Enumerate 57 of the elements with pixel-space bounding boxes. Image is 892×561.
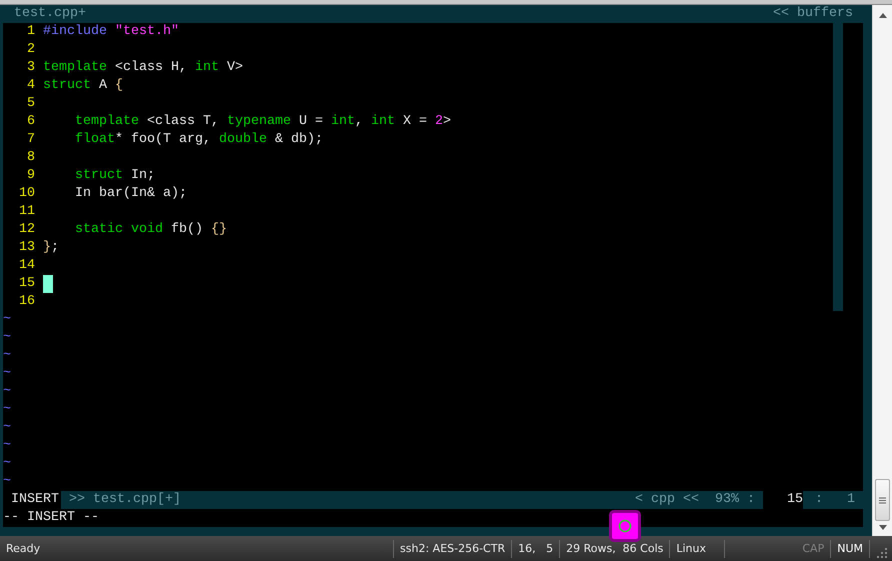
line-position: 15 (763, 491, 803, 509)
status-text: Ready (0, 540, 394, 558)
code-line: template <class H, int V> (43, 60, 243, 75)
code-line: float* foo(T arg, double & db); (74, 132, 323, 147)
empty-line-marker: ~ (3, 456, 11, 471)
scroll-down-icon[interactable] (878, 525, 886, 530)
file-name: >> test.cpp[+] (68, 491, 182, 509)
circle-badge-icon[interactable] (609, 510, 641, 542)
empty-line-marker: ~ (3, 348, 11, 363)
line-number: 2 (26, 41, 35, 59)
command-line: -- INSERT -- (3, 510, 99, 525)
code-line: In bar(In& a); (74, 186, 187, 201)
status-field: CAP (796, 540, 832, 558)
empty-line-marker: ~ (3, 384, 11, 399)
empty-line-marker: ~ (3, 420, 11, 435)
code-line: }; (43, 240, 59, 255)
line-number: 9 (26, 167, 35, 185)
line-number: 12 (18, 221, 35, 239)
file-type: < cpp << (635, 491, 700, 509)
code-line: struct In; (74, 168, 155, 183)
line-number: 8 (26, 149, 35, 167)
code-line: template <class T, typename U = int, int X = 2> (74, 114, 451, 129)
status-field: NUM (831, 540, 870, 558)
line-number: 11 (18, 203, 35, 221)
code-line: static void fb() {} (74, 222, 227, 237)
empty-line-marker: ~ (3, 366, 11, 381)
empty-line-marker: ~ (3, 402, 11, 417)
scrollbar[interactable] (872, 5, 892, 536)
code-line: struct A { (43, 78, 123, 93)
code-line: #include "test.h" (43, 24, 179, 39)
buffer-tab[interactable]: test.cpp+ (14, 5, 86, 23)
line-number: 6 (26, 113, 35, 131)
line-number: 10 (18, 185, 35, 203)
mode-indicator: INSERT (3, 491, 61, 509)
empty-line-marker: ~ (3, 312, 11, 327)
line-number: 7 (26, 131, 35, 149)
line-number: 1 (26, 23, 35, 41)
line-number: 5 (26, 95, 35, 113)
scroll-up-icon[interactable] (878, 13, 886, 18)
status-field: ssh2: AES-256-CTR (394, 540, 512, 558)
line-number: 13 (18, 239, 35, 257)
empty-line-marker: ~ (3, 474, 11, 489)
buffers-label: << buffers (773, 5, 853, 23)
status-field: Linux (670, 540, 726, 558)
scroll-thumb[interactable] (875, 479, 890, 521)
column-position: : 1 (814, 491, 856, 509)
line-number: 15 (18, 275, 35, 293)
empty-line-marker: ~ (3, 438, 11, 453)
percent-label: 93% : (715, 491, 756, 509)
empty-line-marker: ~ (3, 330, 11, 345)
line-number: 3 (26, 59, 35, 77)
line-number: 14 (18, 257, 35, 275)
line-number: 4 (26, 77, 35, 95)
line-number: 16 (18, 293, 35, 311)
status-field: 16, 5 (512, 540, 560, 558)
resize-grip-icon[interactable] (876, 546, 888, 558)
color-column (833, 293, 843, 311)
